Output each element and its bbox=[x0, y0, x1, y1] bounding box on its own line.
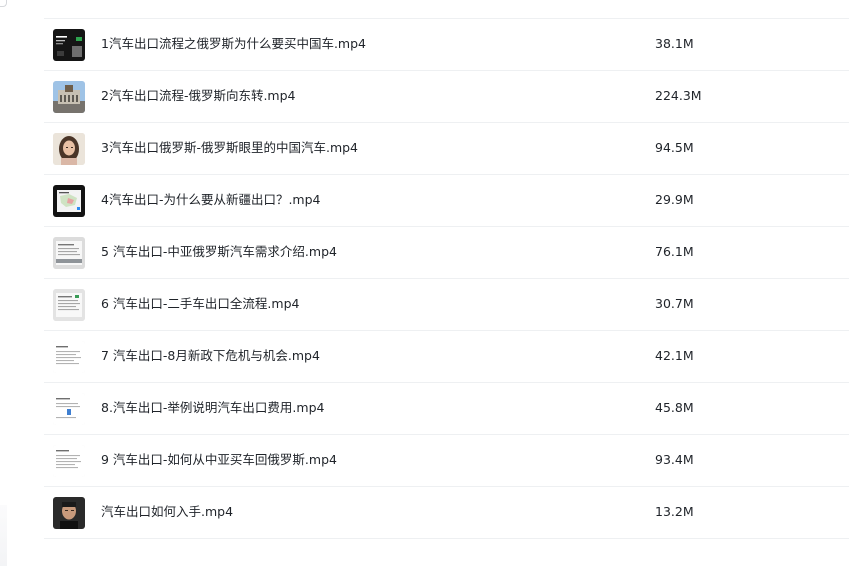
dark-slide-thumbnail bbox=[53, 29, 85, 61]
file-size: 76.1M bbox=[655, 244, 694, 259]
file-name[interactable]: 汽车出口如何入手.mp4 bbox=[101, 503, 233, 521]
file-size: 93.4M bbox=[655, 452, 694, 467]
file-name[interactable]: 3汽车出口俄罗斯-俄罗斯眼里的中国汽车.mp4 bbox=[101, 139, 358, 157]
file-size: 38.1M bbox=[655, 36, 694, 51]
file-row[interactable]: 3汽车出口俄罗斯-俄罗斯眼里的中国汽车.mp4 94.5M bbox=[44, 122, 849, 174]
man-portrait-thumbnail bbox=[53, 497, 85, 529]
file-row[interactable]: 4汽车出口-为什么要从新疆出口？.mp4 29.9M bbox=[44, 174, 849, 226]
file-row[interactable]: 8.汽车出口-举例说明汽车出口费用.mp4 45.8M bbox=[44, 382, 849, 434]
left-edge-strip bbox=[0, 505, 7, 566]
file-size: 13.2M bbox=[655, 504, 694, 519]
file-name[interactable]: 4汽车出口-为什么要从新疆出口？.mp4 bbox=[101, 191, 321, 209]
file-size: 224.3M bbox=[655, 88, 702, 103]
file-size: 42.1M bbox=[655, 348, 694, 363]
file-row[interactable]: 汽车出口如何入手.mp4 13.2M bbox=[44, 486, 849, 539]
map-slide-thumbnail bbox=[53, 185, 85, 217]
file-name[interactable]: 6 汽车出口-二手车出口全流程.mp4 bbox=[101, 295, 299, 313]
file-size: 30.7M bbox=[655, 296, 694, 311]
file-row[interactable]: 2汽车出口流程-俄罗斯向东转.mp4 224.3M bbox=[44, 70, 849, 122]
file-name[interactable]: 2汽车出口流程-俄罗斯向东转.mp4 bbox=[101, 87, 296, 105]
file-row[interactable]: 1汽车出口流程之俄罗斯为什么要买中国车.mp4 38.1M bbox=[44, 18, 849, 70]
file-size: 29.9M bbox=[655, 192, 694, 207]
building-photo-thumbnail bbox=[53, 81, 85, 113]
file-row[interactable]: 7 汽车出口-8月新政下危机与机会.mp4 42.1M bbox=[44, 330, 849, 382]
file-name[interactable]: 8.汽车出口-举例说明汽车出口费用.mp4 bbox=[101, 399, 324, 417]
file-size: 94.5M bbox=[655, 140, 694, 155]
text-slide-thumbnail bbox=[53, 393, 85, 425]
file-size: 45.8M bbox=[655, 400, 694, 415]
file-list-window: 1汽车出口流程之俄罗斯为什么要买中国车.mp4 38.1M 2汽车出口流程-俄罗… bbox=[0, 0, 849, 566]
file-row[interactable]: 9 汽车出口-如何从中亚买车回俄罗斯.mp4 93.4M bbox=[44, 434, 849, 486]
window-corner bbox=[0, 0, 7, 7]
document-slide-thumbnail bbox=[53, 289, 85, 321]
file-name[interactable]: 9 汽车出口-如何从中亚买车回俄罗斯.mp4 bbox=[101, 451, 337, 469]
text-slide-thumbnail bbox=[53, 341, 85, 373]
file-row[interactable]: 6 汽车出口-二手车出口全流程.mp4 30.7M bbox=[44, 278, 849, 330]
file-name[interactable]: 5 汽车出口-中亚俄罗斯汽车需求介绍.mp4 bbox=[101, 243, 337, 261]
file-name[interactable]: 1汽车出口流程之俄罗斯为什么要买中国车.mp4 bbox=[101, 35, 366, 53]
document-slide-thumbnail bbox=[53, 237, 85, 269]
file-name[interactable]: 7 汽车出口-8月新政下危机与机会.mp4 bbox=[101, 347, 320, 365]
woman-portrait-thumbnail bbox=[53, 133, 85, 165]
file-list: 1汽车出口流程之俄罗斯为什么要买中国车.mp4 38.1M 2汽车出口流程-俄罗… bbox=[44, 18, 849, 539]
text-slide-thumbnail bbox=[53, 445, 85, 477]
file-row[interactable]: 5 汽车出口-中亚俄罗斯汽车需求介绍.mp4 76.1M bbox=[44, 226, 849, 278]
